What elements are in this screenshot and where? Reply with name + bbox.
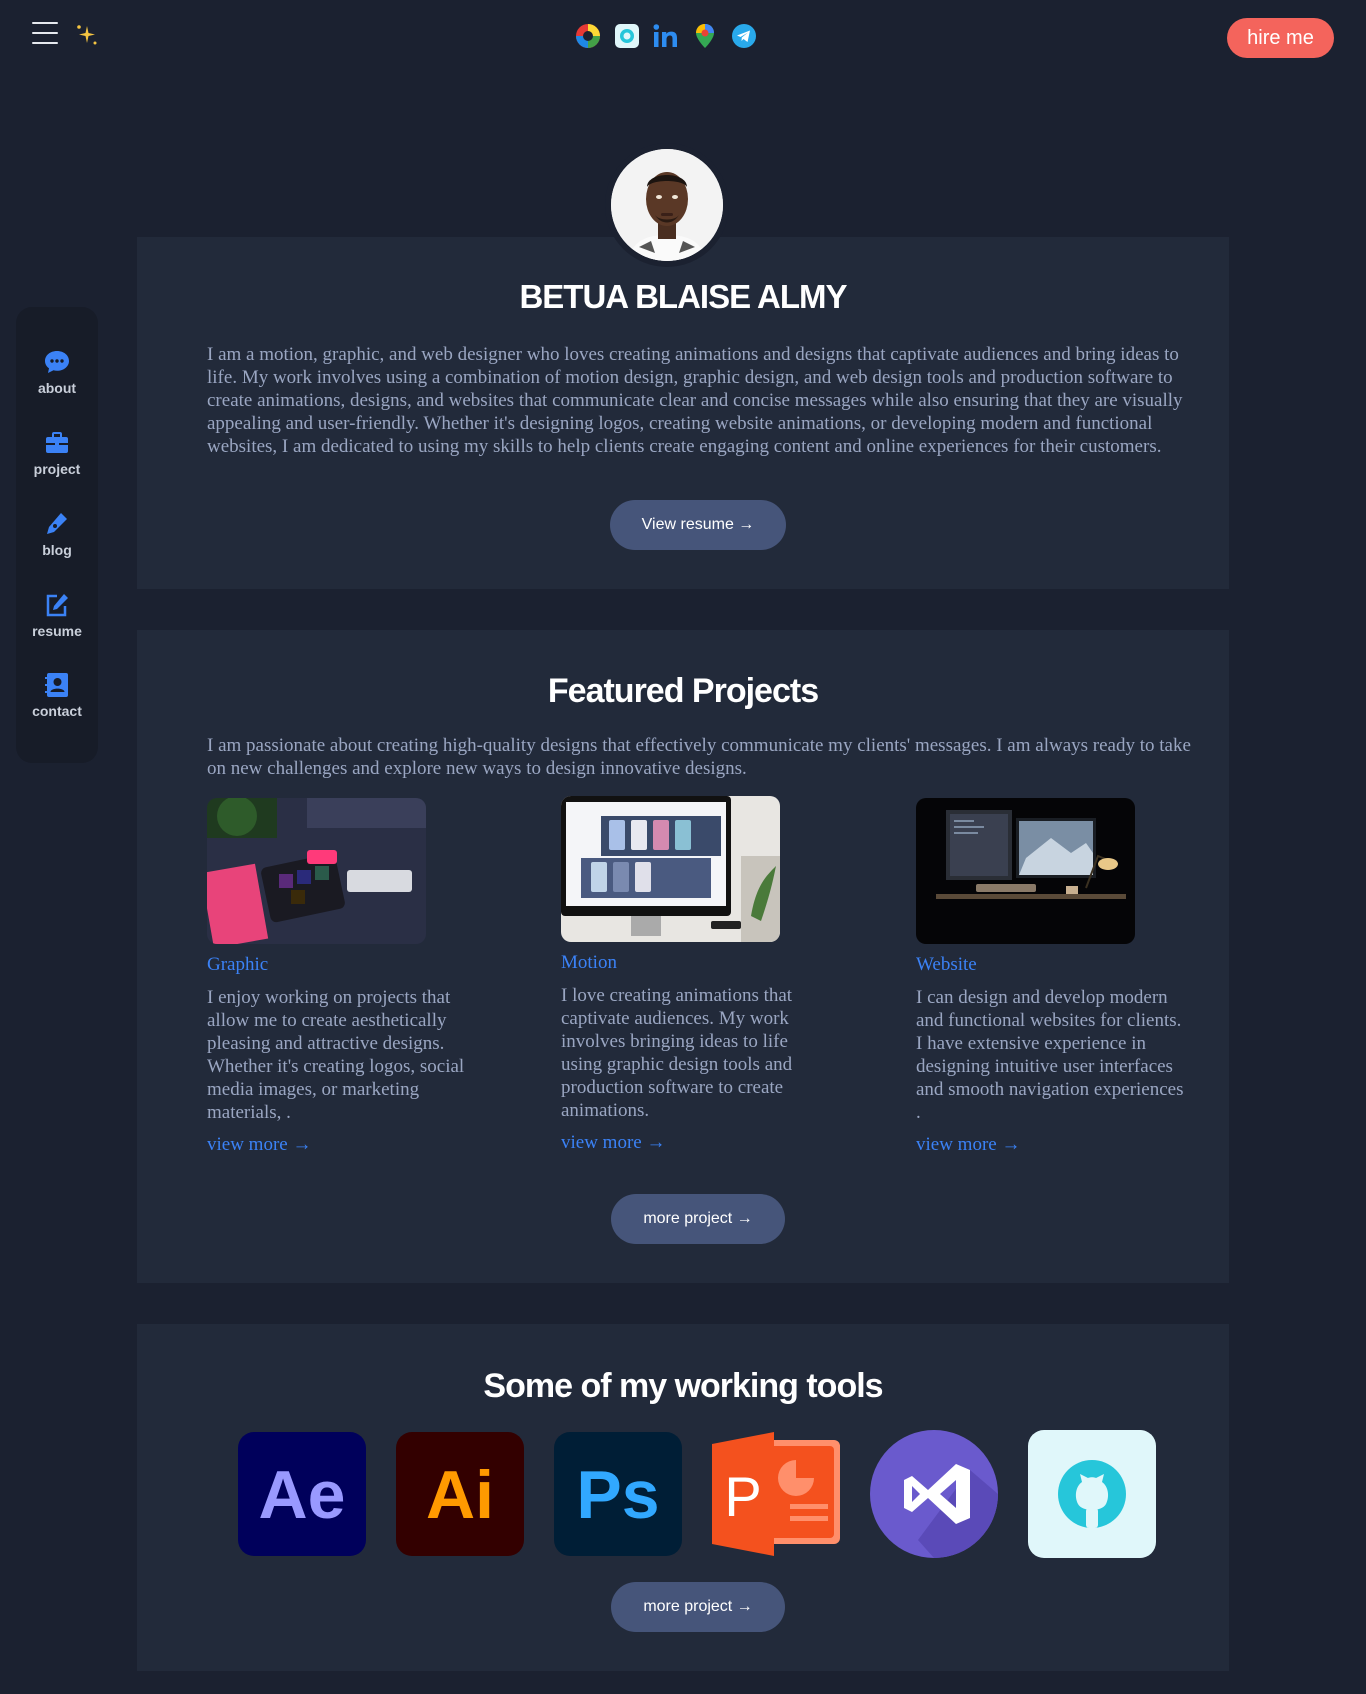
project-image[interactable] <box>207 798 426 944</box>
sidebar-item-label: contact <box>32 703 82 719</box>
project-card-graphic: Graphic I enjoy working on projects that… <box>207 798 487 1156</box>
color-wheel-icon[interactable] <box>574 22 602 50</box>
view-resume-button[interactable]: View resume → <box>610 500 786 550</box>
project-description: I can design and develop modern and func… <box>916 987 1184 1123</box>
hire-me-button[interactable]: hire me <box>1227 18 1334 58</box>
github-icon[interactable] <box>613 22 641 50</box>
tool-label: P <box>724 1465 761 1528</box>
tool-label: Ae <box>259 1457 346 1533</box>
map-pin-icon[interactable] <box>691 22 719 50</box>
telegram-icon[interactable] <box>730 22 758 50</box>
project-card-website: Website I can design and develop modern … <box>916 798 1196 1156</box>
sidebar-item-label: about <box>37 380 77 396</box>
project-description: I love creating animations that captivat… <box>561 985 793 1121</box>
tool-label: Ps <box>576 1457 659 1533</box>
sidebar-item-label: blog <box>42 542 72 558</box>
edit-icon <box>46 594 68 617</box>
more-projects-button[interactable]: more project → <box>611 1194 785 1244</box>
sidebar-item-blog[interactable]: blog <box>16 511 98 558</box>
tool-label: Ai <box>426 1457 494 1533</box>
tools-list: Ae Ai Ps P <box>238 1430 1156 1558</box>
social-links <box>574 22 758 50</box>
pen-icon <box>47 513 67 534</box>
tools-title: Some of my working tools <box>483 1367 883 1405</box>
avatar <box>605 143 729 267</box>
project-card-motion: Motion I love creating animations that c… <box>561 796 841 1154</box>
project-image[interactable] <box>561 796 780 942</box>
more-tools-button[interactable]: more project → <box>611 1582 785 1632</box>
illustrator-icon: Ai <box>396 1430 524 1558</box>
hamburger-menu-icon[interactable] <box>32 22 58 46</box>
profile-name: BETUA BLAISE ALMY <box>519 278 847 315</box>
briefcase-icon <box>46 432 68 453</box>
project-description: I enjoy working on projects that allow m… <box>207 987 465 1123</box>
sidebar-item-label: project <box>33 461 81 477</box>
sidebar-item-project[interactable]: project <box>16 430 98 477</box>
sidebar-nav: about project blog resume contact <box>16 307 98 763</box>
view-more-link[interactable]: view more → <box>207 1134 487 1156</box>
sparkle-icon[interactable] <box>74 22 100 48</box>
sidebar-item-contact[interactable]: contact <box>16 672 98 719</box>
project-title: Graphic <box>207 954 269 975</box>
visual-studio-icon <box>870 1430 998 1558</box>
project-image[interactable] <box>916 798 1135 944</box>
view-more-link[interactable]: view more → <box>561 1132 841 1154</box>
project-title: Motion <box>561 952 617 973</box>
project-title: Website <box>916 954 977 975</box>
chat-bubble-icon <box>45 351 69 373</box>
sidebar-item-resume[interactable]: resume <box>16 592 98 639</box>
top-bar: hire me <box>0 0 1366 70</box>
contact-book-icon <box>45 673 68 697</box>
projects-intro: I am passionate about creating high-qual… <box>207 735 1191 779</box>
projects-title: Featured Projects <box>547 672 819 710</box>
photoshop-icon: Ps <box>554 1430 682 1558</box>
powerpoint-icon: P <box>712 1430 840 1558</box>
profile-bio: I am a motion, graphic, and web designer… <box>207 344 1183 457</box>
sidebar-item-label: resume <box>32 623 82 639</box>
after-effects-icon: Ae <box>238 1430 366 1558</box>
view-more-link[interactable]: view more → <box>916 1134 1196 1156</box>
sidebar-item-about[interactable]: about <box>16 349 98 396</box>
linkedin-icon[interactable] <box>652 22 680 50</box>
github-icon <box>1028 1430 1156 1558</box>
